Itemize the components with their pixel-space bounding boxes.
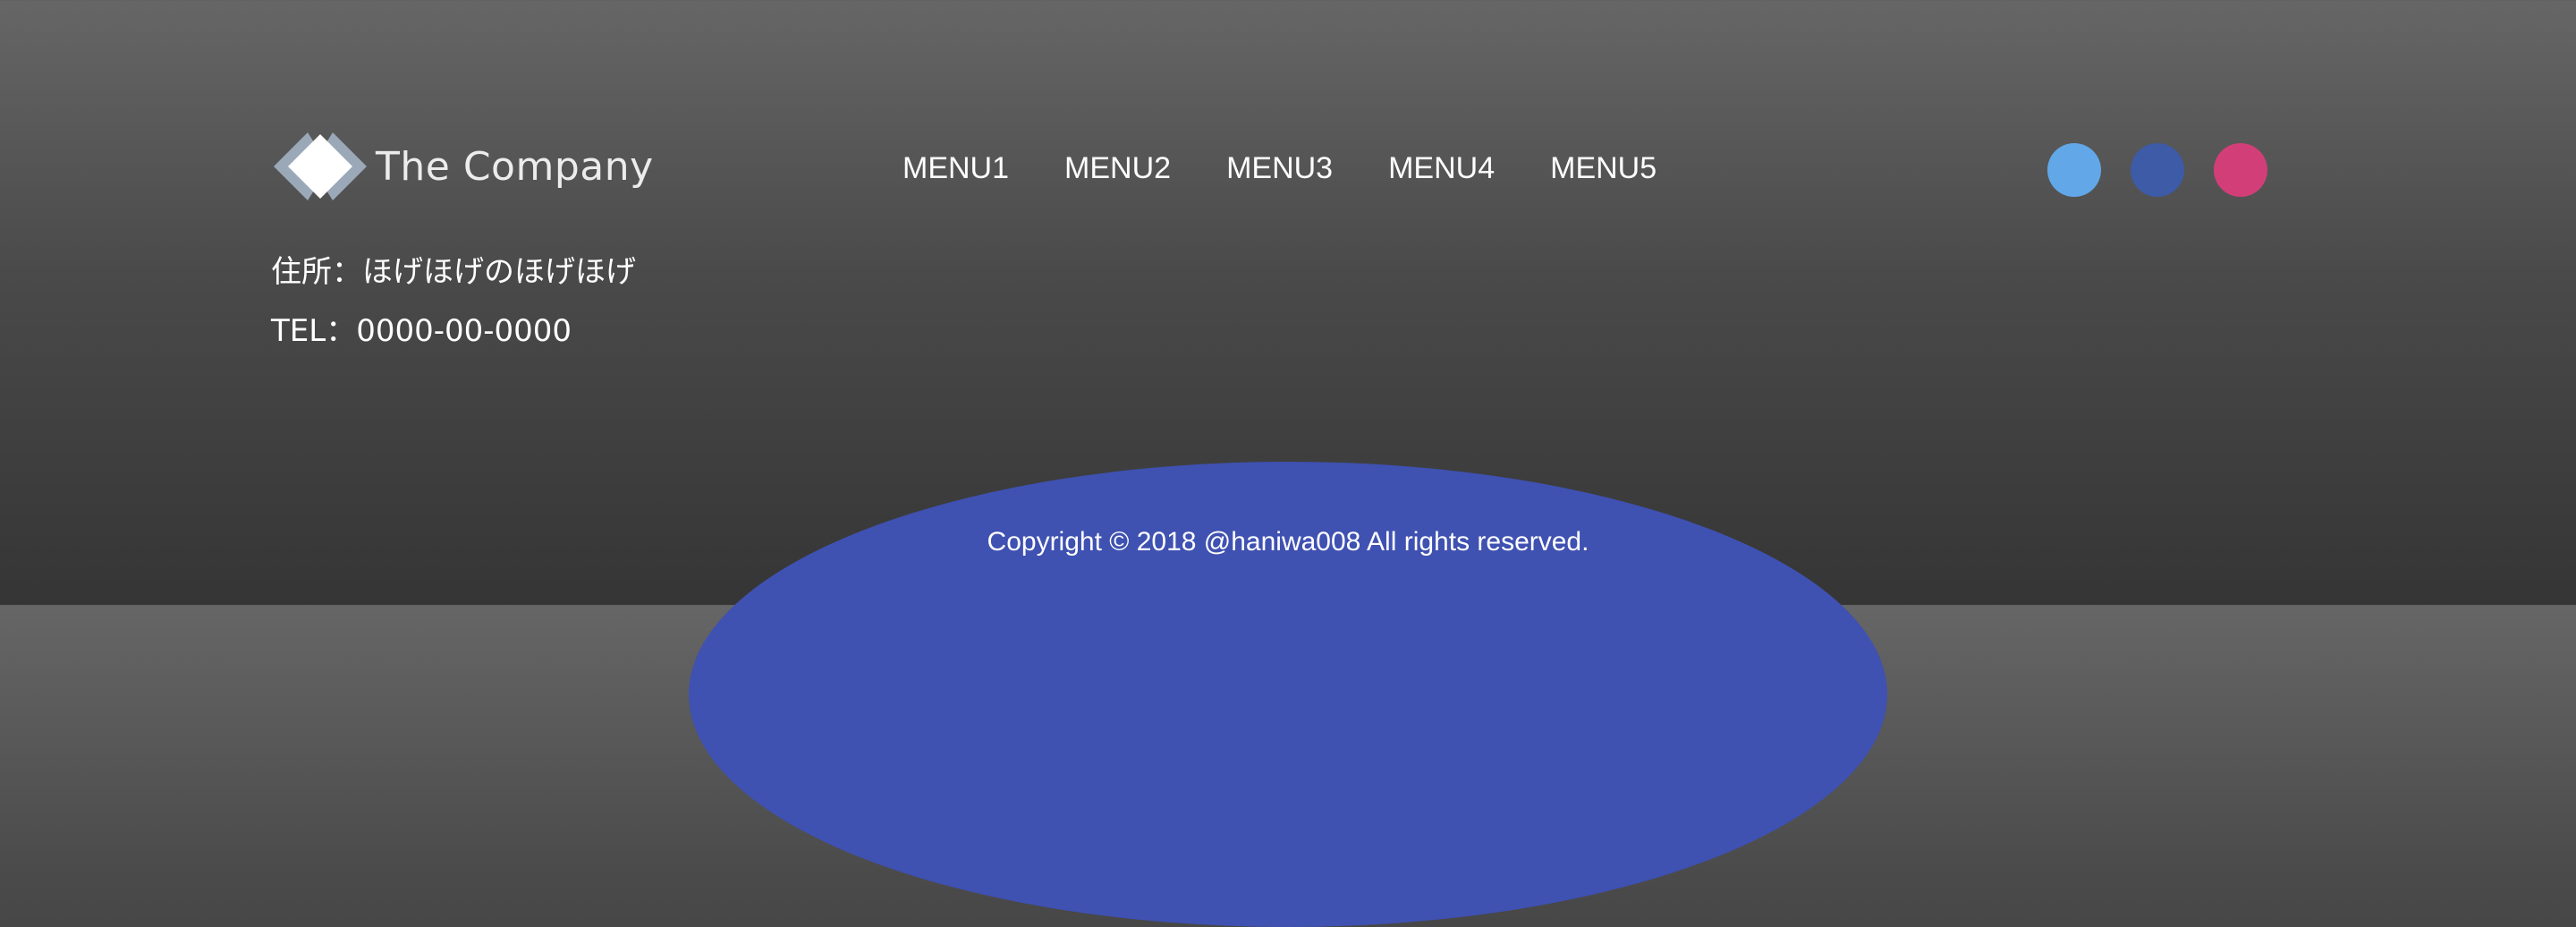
nav-item-menu2[interactable]: MENU2 xyxy=(1064,151,1171,186)
social-icon-1[interactable] xyxy=(2047,143,2101,197)
nav-item-menu5[interactable]: MENU5 xyxy=(1550,151,1657,186)
brand-name: The Company xyxy=(376,143,654,190)
nav-item-menu3[interactable]: MENU3 xyxy=(1226,151,1333,186)
social-icon-3[interactable] xyxy=(2214,143,2267,197)
contact-info: 住所：ほげほげのほげほげ TEL：0000-00-0000 xyxy=(271,254,636,372)
nav-item-menu1[interactable]: MENU1 xyxy=(902,151,1009,186)
social-links xyxy=(2047,143,2267,197)
social-icon-2[interactable] xyxy=(2131,143,2184,197)
copyright-text: Copyright © 2018 @haniwa008 All rights r… xyxy=(987,527,1589,557)
nav-item-menu4[interactable]: MENU4 xyxy=(1388,151,1495,186)
main-navigation: MENU1 MENU2 MENU3 MENU4 MENU5 xyxy=(902,145,1657,191)
tel-text: TEL：0000-00-0000 xyxy=(271,313,572,349)
address-text: 住所：ほげほげのほげほげ xyxy=(271,254,636,290)
brand-logo[interactable]: The Company xyxy=(272,131,654,202)
diamond-logo-icon xyxy=(274,132,367,200)
